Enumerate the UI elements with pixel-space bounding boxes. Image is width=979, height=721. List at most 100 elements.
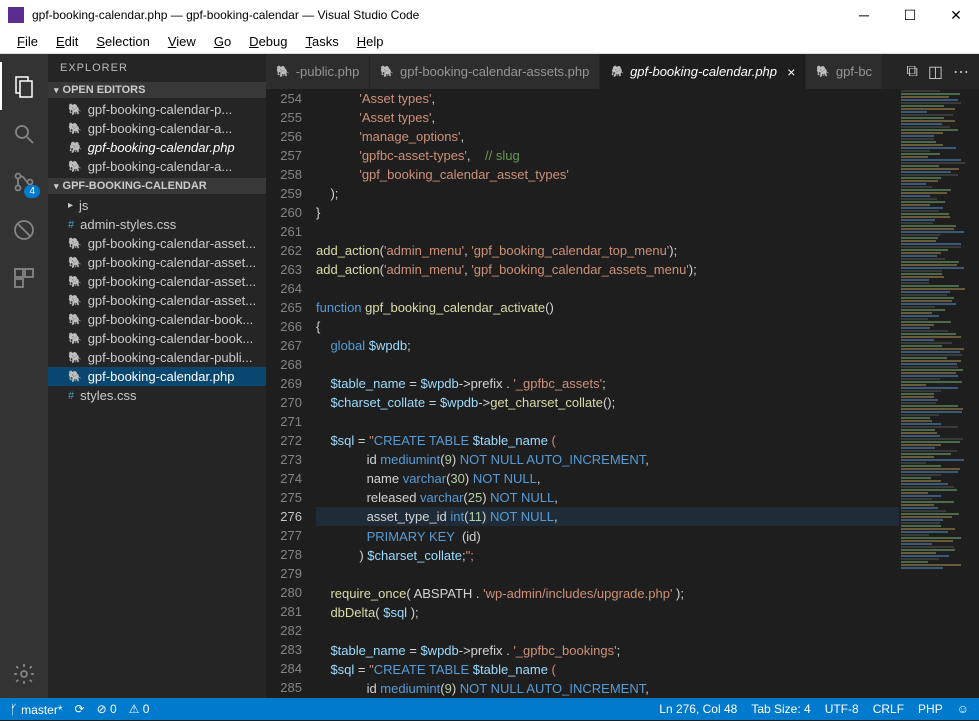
status-sync[interactable]: ⟳ [75,702,85,716]
php-icon: 🐘 [68,313,82,326]
tree-item[interactable]: 🐘 gpf-booking-calendar-a... [48,157,266,176]
tree-item[interactable]: 🐘 gpf-booking-calendar.php [48,367,266,386]
tree-item-label: gpf-booking-calendar-a... [88,121,233,136]
tree-item[interactable]: 🐘 gpf-booking-calendar-book... [48,329,266,348]
tree-item-label: admin-styles.css [80,217,176,232]
menu-help[interactable]: Help [348,34,393,49]
window-title: gpf-booking-calendar.php — gpf-booking-c… [32,8,841,22]
php-icon: 🐘 [276,65,290,78]
tree-item-label: gpf-booking-calendar.php [88,140,235,155]
tree-item-label: gpf-booking-calendar-p... [88,102,233,117]
tree-item-label: gpf-booking-calendar-asset... [88,274,256,289]
vscode-icon [8,7,24,23]
editor-tab[interactable]: 🐘 gpf-bc [806,54,883,89]
activity-scm[interactable]: 4 [0,158,48,206]
scm-badge: 4 [24,185,40,198]
php-icon: 🐘 [68,332,82,345]
status-errors[interactable]: ⊘ 0 [97,702,117,716]
more-icon[interactable]: ⋯ [953,62,969,82]
tree-item-label: gpf-booking-calendar.php [88,369,235,384]
status-spaces[interactable]: Tab Size: 4 [751,702,810,716]
php-icon: 🐘 [68,122,82,135]
menu-edit[interactable]: Edit [47,34,87,49]
php-icon: 🐘 [68,370,82,383]
tree-item-label: gpf-booking-calendar-book... [88,312,254,327]
php-icon: 🐘 [68,237,82,250]
php-icon: 🐘 [816,65,830,78]
tab-close-icon[interactable]: × [787,64,795,80]
tree-item[interactable]: 🐘 gpf-booking-calendar-publi... [48,348,266,367]
menu-file[interactable]: File [8,34,47,49]
editor-tab[interactable]: 🐘gpf-booking-calendar-assets.php [370,54,600,89]
close-button[interactable]: ✕ [933,0,979,30]
php-icon: 🐘 [68,160,82,173]
tab-label: -public.php [296,64,360,79]
php-icon: 🐘 [68,294,82,307]
activitybar: 4 [0,54,48,698]
sidebar: EXPLORER OPEN EDITORS 🐘 gpf-booking-calend… [48,54,266,698]
menu-debug[interactable]: Debug [240,34,296,49]
section-header[interactable]: OPEN EDITORS [48,82,266,98]
tree-item[interactable]: # styles.css [48,386,266,405]
php-icon: 🐘 [68,275,82,288]
status-warnings[interactable]: ⚠ 0 [129,702,150,716]
tree-item-label: gpf-booking-calendar-book... [88,331,254,346]
tree-item-label: gpf-booking-calendar-publi... [88,350,253,365]
tree-item[interactable]: 🐘 gpf-booking-calendar.php [48,138,266,157]
minimize-button[interactable]: ─ [841,0,887,30]
status-encoding[interactable]: UTF-8 [825,702,859,716]
status-lang[interactable]: PHP [918,702,943,716]
menu-selection[interactable]: Selection [87,34,158,49]
status-cursor[interactable]: Ln 276, Col 48 [659,702,737,716]
minimap[interactable] [899,89,979,698]
code-area[interactable]: 2542552562572582592602612622632642652662… [266,89,979,698]
tree-item-label: js [79,198,88,213]
php-icon: 🐘 [68,103,82,116]
activity-settings[interactable] [0,650,48,698]
window-controls: ─ ☐ ✕ [841,0,979,30]
statusbar: ᚶ master* ⟳ ⊘ 0 ⚠ 0 Ln 276, Col 48 Tab S… [0,698,979,720]
activity-explorer[interactable] [0,62,48,110]
tree-item-label: styles.css [80,388,136,403]
tree-item[interactable]: 🐘 gpf-booking-calendar-p... [48,100,266,119]
tree-item-label: gpf-booking-calendar-asset... [88,293,256,308]
activity-debug[interactable] [0,206,48,254]
tree-item[interactable]: 🐘gpf-booking-calendar-asset... [48,234,266,253]
css-icon: # [68,219,74,231]
compare-icon[interactable]: ⧉ [906,63,917,81]
sidebar-title: EXPLORER [48,54,266,82]
menu-go[interactable]: Go [205,34,240,49]
php-icon: 🐘 [68,141,82,154]
split-icon[interactable]: ◫ [928,62,943,82]
tree-item[interactable]: 🐘 gpf-booking-calendar-asset... [48,291,266,310]
tab-label: gpf-bc [836,64,872,79]
menubar: FileEditSelectionViewGoDebugTasksHelp [0,30,979,54]
maximize-button[interactable]: ☐ [887,0,933,30]
menu-view[interactable]: View [159,34,205,49]
php-icon: 🐘 [68,351,82,364]
php-icon: 🐘 [380,65,394,78]
activity-extensions[interactable] [0,254,48,302]
editor-group: 🐘 -public.php 🐘gpf-booking-calendar-assets… [266,54,979,698]
activity-search[interactable] [0,110,48,158]
tree-item[interactable]: 🐘 gpf-booking-calendar-asset... [48,272,266,291]
menu-tasks[interactable]: Tasks [296,34,347,49]
editor-tab[interactable]: 🐘gpf-booking-calendar.php× [600,54,806,89]
status-eol[interactable]: CRLF [873,702,904,716]
css-icon: # [68,390,74,402]
tree-item-label: gpf-booking-calendar-a... [88,159,233,174]
folder-icon: ▸ [68,200,73,211]
tree-item[interactable]: ▸ js [48,196,266,215]
tree-item[interactable]: 🐘 gpf-booking-calendar-asset... [48,253,266,272]
code-content[interactable]: 'Asset types', 'Asset types', 'manage_op… [316,89,899,698]
tree-item-label: gpf-booking-calendar-asset... [88,255,256,270]
tree-item[interactable]: 🐘 gpf-booking-calendar-book... [48,310,266,329]
section-header[interactable]: GPF-BOOKING-CALENDAR [48,178,266,194]
php-icon: 🐘 [68,256,82,269]
status-branch[interactable]: ᚶ master* [10,702,63,717]
tab-label: gpf-booking-calendar.php [630,64,777,79]
tree-item[interactable]: 🐘 gpf-booking-calendar-a... [48,119,266,138]
editor-tab[interactable]: 🐘 -public.php [266,54,370,89]
tree-item[interactable]: # admin-styles.css [48,215,266,234]
status-feedback[interactable]: ☺ [957,702,969,716]
